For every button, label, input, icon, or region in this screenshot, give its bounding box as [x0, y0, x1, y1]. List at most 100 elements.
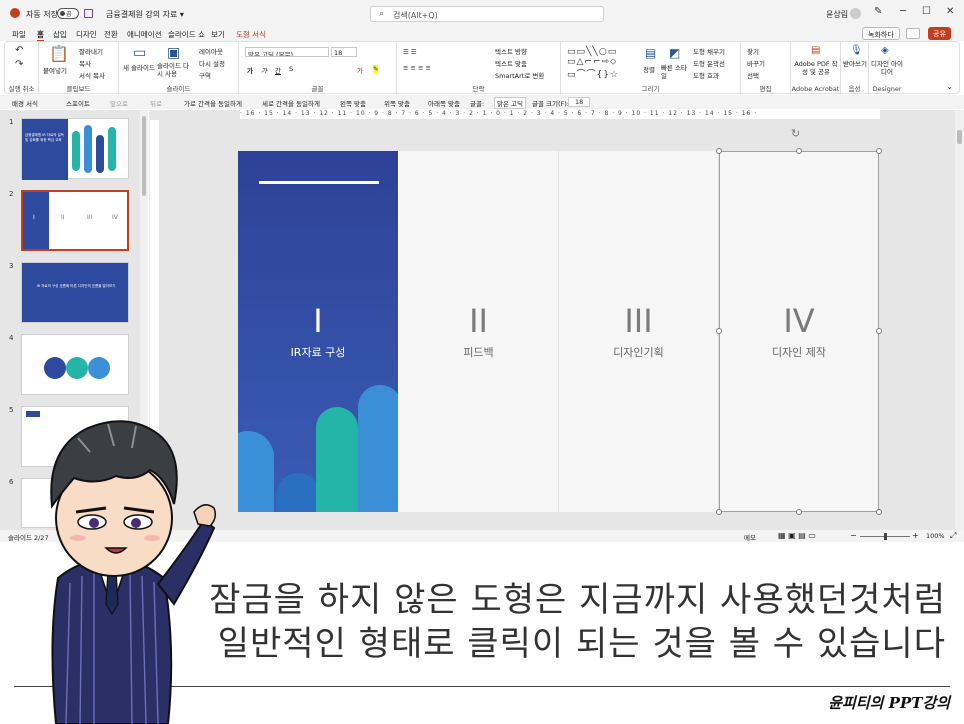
- send-backward-button[interactable]: 뒤로: [150, 98, 162, 108]
- new-slide-button[interactable]: 새 슬라이드: [123, 62, 155, 72]
- font-quick-select[interactable]: 맑은 고딕: [494, 97, 526, 109]
- adobe-create-button[interactable]: Adobe PDF 작성 및 공유: [794, 60, 838, 76]
- layout-button[interactable]: 레이아웃: [199, 46, 223, 56]
- resize-handle[interactable]: [796, 509, 802, 515]
- designer-button[interactable]: 디자인 아이디어: [871, 60, 903, 76]
- bring-forward-button[interactable]: 앞으로: [110, 98, 128, 108]
- slide-thumbnail-2[interactable]: I II III IV: [21, 190, 129, 251]
- adobe-pdf-icon[interactable]: ▤: [811, 46, 820, 56]
- tab-animations[interactable]: 애니메이션: [127, 29, 162, 40]
- slide-thumbnail-1[interactable]: 금융결제원 IR 자료의 설득 및 강화를 위한 핵심 교육: [21, 118, 129, 180]
- tab-transitions[interactable]: 전환: [104, 29, 118, 40]
- slide-column-3[interactable]: III 디자인기획: [559, 151, 719, 512]
- ribbon-collapse-icon[interactable]: ⌄: [946, 82, 953, 91]
- font-size-quick-select[interactable]: 18: [568, 97, 591, 107]
- designer-icon[interactable]: ◈: [881, 46, 889, 56]
- resize-handle[interactable]: [716, 328, 722, 334]
- format-painter-button[interactable]: 서식 복사: [79, 70, 105, 80]
- font-color-icon[interactable]: 가: [357, 65, 363, 75]
- slide-column-1[interactable]: I IR자료 구성: [238, 151, 398, 512]
- user-name[interactable]: 윤상림: [826, 9, 848, 20]
- zoom-out-icon[interactable]: −: [850, 531, 857, 540]
- search-input[interactable]: ⌕ 검색(Alt+Q): [370, 6, 604, 22]
- minimize-icon[interactable]: ─: [900, 6, 906, 17]
- tab-file[interactable]: 파일: [12, 29, 26, 40]
- shape-effects-button[interactable]: 도형 효과: [693, 70, 719, 80]
- reuse-slide-button[interactable]: 슬라이드 다시 사용: [157, 62, 193, 78]
- italic-button-icon[interactable]: 가: [261, 65, 267, 75]
- align-icons[interactable]: ≡ ≡ ≡ ≡: [403, 64, 431, 72]
- text-direction-button[interactable]: 텍스트 방향: [495, 46, 527, 56]
- background-format-button[interactable]: 배경 서식: [12, 98, 38, 108]
- fit-slide-icon[interactable]: ⤢: [950, 531, 956, 541]
- distribute-horizontal-button[interactable]: 가로 간격을 동일하게: [184, 98, 242, 108]
- tab-view[interactable]: 보기: [211, 29, 225, 40]
- undo-icon[interactable]: ↶: [15, 46, 23, 56]
- paste-icon[interactable]: 📋: [49, 46, 69, 62]
- find-button[interactable]: 찾기: [747, 46, 759, 56]
- tab-shape-format[interactable]: 도형 서식: [236, 29, 266, 40]
- smartart-button[interactable]: SmartArt로 변환: [495, 70, 544, 80]
- slide-column-2[interactable]: II 피드백: [399, 151, 559, 512]
- new-slide-icon[interactable]: ▭: [133, 46, 146, 60]
- zoom-in-icon[interactable]: +: [912, 531, 919, 540]
- shape-fill-button[interactable]: 도형 채우기: [693, 46, 725, 56]
- tab-insert[interactable]: 삽입: [53, 29, 67, 40]
- shape-outline-button[interactable]: 도형 윤곽선: [693, 58, 725, 68]
- highlight-icon[interactable]: ✎: [373, 65, 379, 73]
- slide-thumbnail-4[interactable]: [21, 334, 129, 395]
- eyedropper-button[interactable]: 스포이트: [66, 98, 90, 108]
- slide-thumbnail-3[interactable]: IR 자료의 구성 흐름에 따른 디자인의 흐름을 알아보기: [21, 262, 129, 323]
- arrange-button[interactable]: 정렬: [643, 64, 655, 74]
- resize-handle[interactable]: [876, 148, 882, 154]
- section-button[interactable]: 구역: [199, 70, 211, 80]
- save-icon[interactable]: [84, 9, 93, 18]
- font-size-select[interactable]: 18: [331, 47, 357, 57]
- quick-styles-icon[interactable]: ◩: [669, 47, 680, 59]
- pen-icon[interactable]: ✎: [874, 6, 882, 17]
- share-button[interactable]: 공유: [928, 27, 951, 40]
- zoom-level[interactable]: 100%: [926, 532, 945, 540]
- resize-handle[interactable]: [716, 509, 722, 515]
- resize-handle[interactable]: [876, 328, 882, 334]
- maximize-icon[interactable]: ☐: [922, 6, 931, 17]
- close-icon[interactable]: ✕: [946, 6, 954, 17]
- tab-slideshow[interactable]: 슬라이드 쇼: [168, 29, 205, 40]
- replace-button[interactable]: 바꾸기: [747, 58, 765, 68]
- tab-design[interactable]: 디자인: [76, 29, 97, 40]
- resize-handle[interactable]: [796, 148, 802, 154]
- arrange-icon[interactable]: ▤: [645, 47, 656, 59]
- bold-button-icon[interactable]: 가: [247, 65, 253, 75]
- align-top-button[interactable]: 위쪽 맞춤: [384, 98, 410, 108]
- rotate-handle-icon[interactable]: ↻: [791, 127, 800, 140]
- align-text-button[interactable]: 텍스트 맞춤: [495, 58, 527, 68]
- resize-handle[interactable]: [716, 148, 722, 154]
- bullets-icon[interactable]: ☰ ☰: [403, 48, 417, 56]
- quick-styles-button[interactable]: 빠른 스타일: [661, 64, 687, 80]
- microphone-icon[interactable]: 🎙: [850, 46, 863, 56]
- notes-button[interactable]: 메모: [744, 532, 756, 542]
- document-title[interactable]: 금융결제원 강의 자료 ▾: [106, 9, 184, 20]
- resize-handle[interactable]: [876, 509, 882, 515]
- align-left-button[interactable]: 왼쪽 맞춤: [340, 98, 366, 108]
- distribute-vertical-button[interactable]: 세로 간격을 동일하게: [262, 98, 320, 108]
- zoom-slider[interactable]: [860, 533, 910, 540]
- dictate-button[interactable]: 받아쓰기: [843, 60, 867, 68]
- redo-icon[interactable]: ↷: [15, 60, 23, 70]
- view-buttons-icon[interactable]: ▦ ▣ ▤ ▭: [778, 531, 816, 540]
- canvas-scrollbar[interactable]: [955, 110, 964, 530]
- cut-button[interactable]: 잘라내기: [79, 46, 103, 56]
- current-slide[interactable]: I IR자료 구성 II 피드백 III 디자인기획 IV 디자인 제작 ↻: [238, 127, 882, 515]
- copy-button[interactable]: 복사: [79, 58, 91, 68]
- comments-icon[interactable]: [906, 28, 920, 39]
- shapes-gallery[interactable]: ▭▭╲╲○▭ ▭△⌐⌐⇨⬦ ▭⌒⌒{}☆: [567, 47, 619, 80]
- reset-button[interactable]: 다시 설정: [199, 58, 225, 68]
- strike-button-icon[interactable]: S: [289, 65, 293, 73]
- record-button[interactable]: 녹화하다: [862, 27, 900, 40]
- reuse-slide-icon[interactable]: ▣: [167, 46, 180, 60]
- align-bottom-button[interactable]: 아래쪽 맞춤: [428, 98, 460, 108]
- font-name-select[interactable]: 맑은 고딕 (본문): [245, 47, 329, 57]
- paste-button[interactable]: 붙여넣기: [43, 65, 67, 75]
- underline-button-icon[interactable]: 간: [275, 65, 281, 75]
- avatar-icon[interactable]: [850, 8, 861, 19]
